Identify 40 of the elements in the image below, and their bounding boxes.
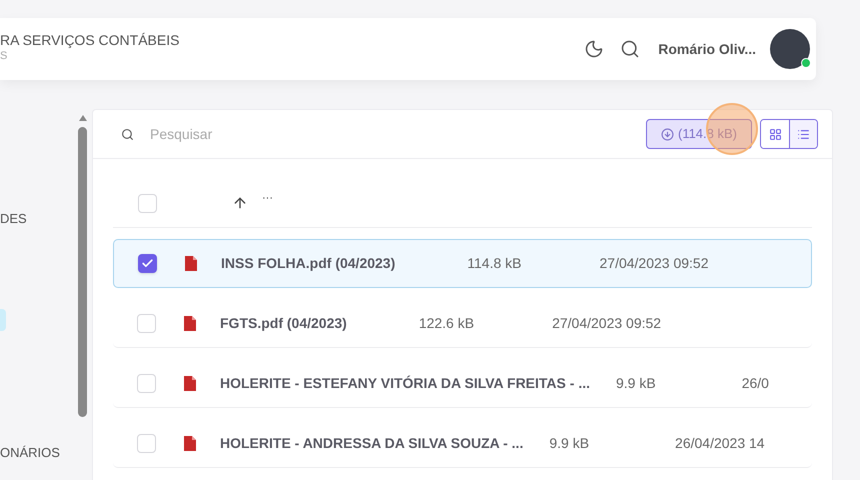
- list-view-button[interactable]: [789, 120, 817, 148]
- more-options[interactable]: ···: [262, 190, 273, 206]
- company-title: RA SERVIÇOS CONTÁBEIS: [0, 31, 180, 49]
- pdf-file-icon: [184, 436, 196, 450]
- pdf-file-icon: [184, 376, 196, 390]
- file-name[interactable]: HOLERITE - ANDRESSA DA SILVA SOUZA - ...: [220, 432, 524, 454]
- checkmark-icon: [141, 257, 154, 270]
- search-icon: [121, 128, 134, 140]
- scrollbar[interactable]: [78, 115, 87, 417]
- file-size: 114.8 kB: [467, 254, 522, 273]
- file-size: 9.9 kB: [616, 374, 656, 392]
- scroll-up-arrow-icon[interactable]: [78, 115, 86, 121]
- list-icon: [797, 128, 810, 140]
- file-row[interactable]: HOLERITE - ANDRESSA DA SILVA SOUZA - ... 9.9 kB 26/04/2023 14: [113, 419, 812, 468]
- pdf-file-icon: [185, 256, 197, 271]
- sidebar-item[interactable]: ONÁRIOS: [0, 443, 80, 461]
- file-size: 9.9 kB: [549, 434, 590, 452]
- company-subtitle: S: [0, 49, 8, 63]
- avatar[interactable]: [770, 29, 810, 69]
- file-date: 26/0: [742, 374, 769, 392]
- file-name[interactable]: HOLERITE - ESTEFANY VITÓRIA DA SILVA FREITAS - ...: [220, 372, 590, 394]
- file-name[interactable]: INSS FOLHA.pdf (04/2023): [221, 253, 396, 274]
- grid-icon: [768, 128, 782, 140]
- file-row[interactable]: INSS FOLHA.pdf (04/2023) 114.8 kB 27/04/2023 09:52: [113, 239, 812, 288]
- file-size: 122.6 kB: [418, 314, 474, 332]
- file-name[interactable]: FGTS.pdf (04/2023): [220, 312, 347, 334]
- file-date: 27/04/2023 09:52: [600, 254, 708, 273]
- search-icon[interactable]: [620, 39, 640, 59]
- pdf-file-icon: [184, 316, 196, 330]
- checkbox[interactable]: [138, 254, 157, 273]
- download-icon: [660, 128, 674, 140]
- search-field[interactable]: Pesquisar: [150, 124, 331, 144]
- file-row[interactable]: FGTS.pdf (04/2023) 122.6 kB 27/04/2023 09:52: [113, 299, 812, 348]
- sort-ascending-icon[interactable]: [232, 195, 248, 211]
- file-date: 26/04/2023 14: [675, 434, 765, 452]
- theme-moon-icon[interactable]: [584, 39, 604, 59]
- sidebar-item[interactable]: DES: [0, 209, 80, 227]
- file-date: 27/04/2023 09:52: [552, 314, 662, 332]
- file-row[interactable]: HOLERITE - ESTEFANY VITÓRIA DA SILVA FREITAS - ... 9.9 kB 26/0: [113, 359, 812, 408]
- user-name[interactable]: Romário Oliv...: [658, 38, 756, 60]
